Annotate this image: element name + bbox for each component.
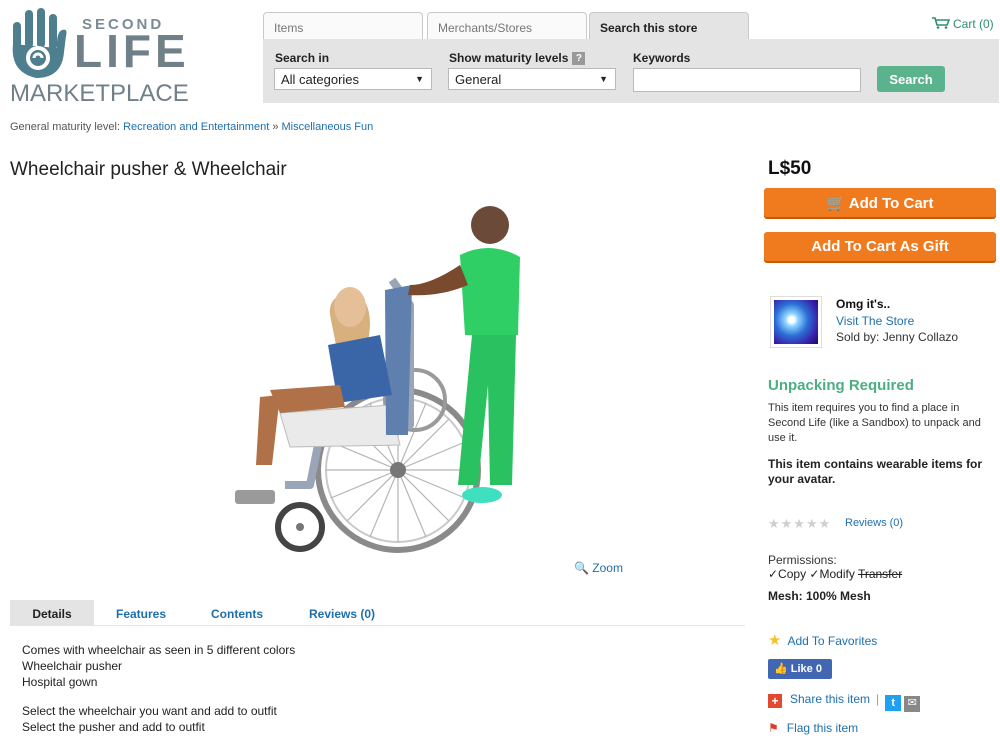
search-button[interactable]: Search bbox=[877, 66, 945, 92]
flag-item-link[interactable]: ⚑ Flag this item bbox=[768, 721, 858, 735]
add-to-favorites-link[interactable]: ★ Add To Favorites bbox=[768, 631, 877, 649]
email-icon[interactable]: ✉ bbox=[904, 696, 921, 712]
breadcrumb: General maturity level: Recreation and E… bbox=[10, 121, 373, 133]
tab-search-this-store[interactable]: Search this store bbox=[589, 12, 749, 40]
breadcrumb-subcategory-link[interactable]: Miscellaneous Fun bbox=[282, 121, 374, 133]
perm-copy: ✓Copy bbox=[768, 567, 807, 581]
cart-label: Cart (0) bbox=[953, 17, 994, 31]
add-to-cart-as-gift-button[interactable]: Add To Cart As Gift bbox=[764, 232, 996, 261]
flag-label: Flag this item bbox=[786, 721, 859, 735]
hand-logo-icon bbox=[12, 8, 67, 79]
maturity-label: Show maturity levels? bbox=[449, 51, 586, 66]
visit-store-link[interactable]: Visit The Store bbox=[836, 314, 914, 328]
store-name: Omg it's.. bbox=[836, 297, 891, 311]
flag-icon: ⚑ bbox=[768, 721, 779, 735]
search-panel: Search in All categories ▼ Show maturity… bbox=[263, 39, 999, 103]
price: L$50 bbox=[768, 158, 812, 179]
share-row: + Share this item | t ✉ bbox=[768, 692, 921, 712]
details-line: Select the pusher and add to outfit bbox=[22, 720, 205, 734]
thumbs-up-icon: 👍 bbox=[774, 663, 788, 675]
zoom-link[interactable]: 🔍 Zoom bbox=[574, 561, 623, 575]
tab-features[interactable]: Features bbox=[96, 600, 186, 626]
keywords-input[interactable] bbox=[633, 68, 861, 92]
unpacking-text: This item requires you to find a place i… bbox=[768, 402, 981, 444]
unpacking-title: Unpacking Required bbox=[768, 377, 914, 394]
category-select[interactable]: All categories ▼ bbox=[274, 68, 432, 90]
maturity-select-value: General bbox=[455, 72, 502, 87]
chevron-down-icon: ▼ bbox=[415, 74, 424, 84]
details-line: Comes with wheelchair as seen in 5 diffe… bbox=[22, 643, 296, 657]
share-plus-icon[interactable]: + bbox=[768, 694, 782, 708]
mesh-info: Mesh: 100% Mesh bbox=[768, 589, 871, 603]
details-description: Comes with wheelchair as seen in 5 diffe… bbox=[22, 642, 295, 735]
second-life-marketplace-logo[interactable]: SECOND LIFE MARKETPLACE bbox=[8, 6, 189, 107]
cart-icon bbox=[932, 17, 950, 29]
share-link[interactable]: Share this item bbox=[790, 692, 870, 706]
tab-merchants-stores[interactable]: Merchants/Stores bbox=[427, 12, 587, 40]
zoom-icon: 🔍 bbox=[574, 561, 589, 575]
tab-reviews[interactable]: Reviews (0) bbox=[292, 600, 392, 626]
logo-marketplace-text: MARKETPLACE bbox=[10, 80, 189, 107]
wearable-notice: This item contains wearable items for yo… bbox=[768, 457, 983, 486]
breadcrumb-separator: » bbox=[272, 121, 279, 133]
perm-modify: ✓Modify bbox=[809, 567, 855, 581]
page-title: Wheelchair pusher & Wheelchair bbox=[10, 159, 287, 180]
detail-tabs: Details Features Contents Reviews (0) bbox=[10, 600, 745, 626]
chevron-down-icon: ▼ bbox=[599, 74, 608, 84]
facebook-like-button[interactable]: 👍 Like 0 bbox=[768, 659, 832, 679]
cart-link[interactable]: Cart (0) bbox=[932, 17, 994, 31]
star-icon: ★ bbox=[768, 632, 782, 649]
store-thumbnail[interactable] bbox=[770, 296, 822, 348]
category-select-value: All categories bbox=[281, 72, 360, 87]
tab-items[interactable]: Items bbox=[263, 12, 423, 40]
like-label: Like 0 bbox=[790, 663, 822, 675]
permissions-label: Permissions: bbox=[768, 553, 837, 567]
reviews-link[interactable]: Reviews (0) bbox=[845, 517, 903, 529]
logo-life-text: LIFE bbox=[74, 25, 190, 77]
maturity-select[interactable]: General ▼ bbox=[448, 68, 616, 90]
zoom-label: Zoom bbox=[592, 561, 623, 575]
search-in-label: Search in bbox=[275, 51, 330, 65]
perm-transfer: Transfer bbox=[857, 567, 903, 581]
add-to-cart-label: Add To Cart bbox=[848, 194, 934, 212]
share-separator: | bbox=[876, 692, 880, 706]
add-to-favorites-label: Add To Favorites bbox=[787, 634, 878, 648]
twitter-icon[interactable]: t bbox=[885, 695, 902, 711]
sold-by: Sold by: Jenny Collazo bbox=[836, 330, 959, 344]
keywords-label: Keywords bbox=[633, 51, 691, 65]
help-icon[interactable]: ? bbox=[572, 52, 586, 66]
details-line: Wheelchair pusher bbox=[22, 659, 123, 673]
tab-details[interactable]: Details bbox=[10, 600, 94, 626]
product-image[interactable] bbox=[160, 185, 600, 555]
rating-stars: ★★★★★ bbox=[768, 516, 832, 531]
tab-contents[interactable]: Contents bbox=[192, 600, 282, 626]
breadcrumb-prefix: General maturity level: bbox=[10, 121, 121, 133]
permissions-values: ✓Copy ✓Modify Transfer bbox=[768, 567, 902, 581]
breadcrumb-category-link[interactable]: Recreation and Entertainment bbox=[123, 121, 269, 133]
details-line: Select the wheelchair you want and add t… bbox=[22, 704, 277, 718]
details-line: Hospital gown bbox=[22, 675, 98, 689]
add-to-cart-button[interactable]: 🛒 Add To Cart bbox=[764, 188, 996, 217]
cart-icon: 🛒 bbox=[826, 194, 846, 212]
